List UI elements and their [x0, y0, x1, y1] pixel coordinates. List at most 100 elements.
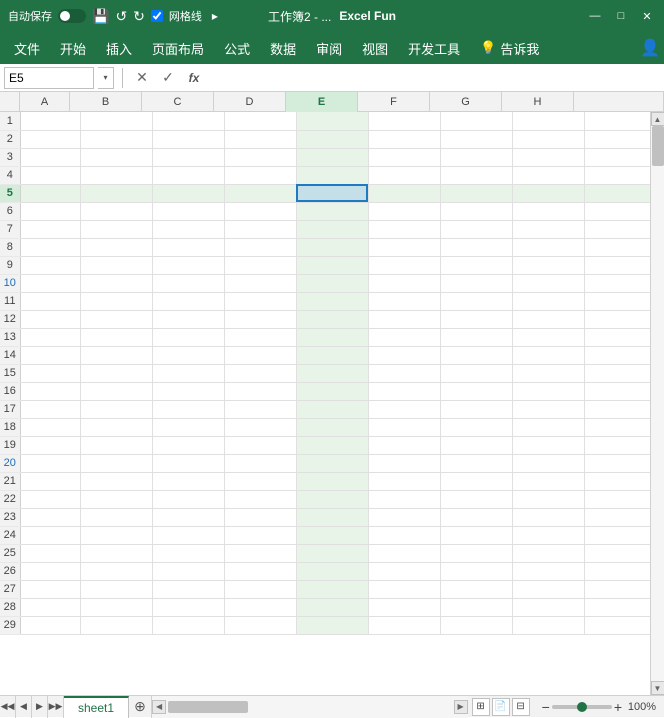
cell-C22[interactable]: [152, 490, 224, 508]
cell-C13[interactable]: [152, 328, 224, 346]
row-number-28[interactable]: 28: [0, 598, 20, 616]
cell-C9[interactable]: [152, 256, 224, 274]
cell-A9[interactable]: [20, 256, 80, 274]
cell-G12[interactable]: [440, 310, 512, 328]
cell-D20[interactable]: [224, 454, 296, 472]
row-number-3[interactable]: 3: [0, 148, 20, 166]
cell-H2[interactable]: [512, 130, 584, 148]
cell-extra-25[interactable]: [584, 544, 650, 562]
cell-H23[interactable]: [512, 508, 584, 526]
cell-A15[interactable]: [20, 364, 80, 382]
row-number-29[interactable]: 29: [0, 616, 20, 634]
cell-H7[interactable]: [512, 220, 584, 238]
cell-E1[interactable]: [296, 112, 368, 130]
cell-G8[interactable]: [440, 238, 512, 256]
row-number-5[interactable]: 5: [0, 184, 20, 202]
cell-G21[interactable]: [440, 472, 512, 490]
cell-F28[interactable]: [368, 598, 440, 616]
cell-H15[interactable]: [512, 364, 584, 382]
cell-E25[interactable]: [296, 544, 368, 562]
cell-B8[interactable]: [80, 238, 152, 256]
cell-B21[interactable]: [80, 472, 152, 490]
cell-C21[interactable]: [152, 472, 224, 490]
cell-B9[interactable]: [80, 256, 152, 274]
cell-E3[interactable]: [296, 148, 368, 166]
menu-page-layout[interactable]: 页面布局: [142, 35, 214, 62]
cell-D4[interactable]: [224, 166, 296, 184]
cell-A23[interactable]: [20, 508, 80, 526]
cell-E11[interactable]: [296, 292, 368, 310]
cell-F25[interactable]: [368, 544, 440, 562]
cell-extra-7[interactable]: [584, 220, 650, 238]
cell-F11[interactable]: [368, 292, 440, 310]
cell-F9[interactable]: [368, 256, 440, 274]
cell-A6[interactable]: [20, 202, 80, 220]
cell-C2[interactable]: [152, 130, 224, 148]
cell-F8[interactable]: [368, 238, 440, 256]
cell-G23[interactable]: [440, 508, 512, 526]
cell-C27[interactable]: [152, 580, 224, 598]
cell-A7[interactable]: [20, 220, 80, 238]
row-number-23[interactable]: 23: [0, 508, 20, 526]
cell-D18[interactable]: [224, 418, 296, 436]
cell-C8[interactable]: [152, 238, 224, 256]
cell-G28[interactable]: [440, 598, 512, 616]
cell-D21[interactable]: [224, 472, 296, 490]
cell-G22[interactable]: [440, 490, 512, 508]
cell-D28[interactable]: [224, 598, 296, 616]
cell-H27[interactable]: [512, 580, 584, 598]
col-header-a[interactable]: A: [20, 92, 70, 112]
row-number-12[interactable]: 12: [0, 310, 20, 328]
menu-insert[interactable]: 插入: [96, 35, 142, 62]
cell-extra-11[interactable]: [584, 292, 650, 310]
cell-A10[interactable]: [20, 274, 80, 292]
cell-D6[interactable]: [224, 202, 296, 220]
row-number-16[interactable]: 16: [0, 382, 20, 400]
cell-B1[interactable]: [80, 112, 152, 130]
cell-A28[interactable]: [20, 598, 80, 616]
cell-A13[interactable]: [20, 328, 80, 346]
cell-B24[interactable]: [80, 526, 152, 544]
cell-B22[interactable]: [80, 490, 152, 508]
cell-C18[interactable]: [152, 418, 224, 436]
h-scroll-right-btn[interactable]: ▶: [454, 700, 468, 714]
cell-D14[interactable]: [224, 346, 296, 364]
cell-A27[interactable]: [20, 580, 80, 598]
cell-B27[interactable]: [80, 580, 152, 598]
cell-F12[interactable]: [368, 310, 440, 328]
row-number-22[interactable]: 22: [0, 490, 20, 508]
cell-H6[interactable]: [512, 202, 584, 220]
cell-A29[interactable]: [20, 616, 80, 634]
cell-D2[interactable]: [224, 130, 296, 148]
row-number-9[interactable]: 9: [0, 256, 20, 274]
col-header-f[interactable]: F: [358, 92, 430, 112]
cell-C4[interactable]: [152, 166, 224, 184]
cell-A3[interactable]: [20, 148, 80, 166]
cell-B5[interactable]: [80, 184, 152, 202]
cell-G11[interactable]: [440, 292, 512, 310]
cell-C24[interactable]: [152, 526, 224, 544]
cell-F19[interactable]: [368, 436, 440, 454]
cell-D12[interactable]: [224, 310, 296, 328]
cell-F29[interactable]: [368, 616, 440, 634]
cell-extra-16[interactable]: [584, 382, 650, 400]
cell-extra-3[interactable]: [584, 148, 650, 166]
cell-D29[interactable]: [224, 616, 296, 634]
cell-G4[interactable]: [440, 166, 512, 184]
cell-F4[interactable]: [368, 166, 440, 184]
menu-view[interactable]: 视图: [352, 35, 398, 62]
cell-A25[interactable]: [20, 544, 80, 562]
cell-C16[interactable]: [152, 382, 224, 400]
cell-E21[interactable]: [296, 472, 368, 490]
cell-H29[interactable]: [512, 616, 584, 634]
cell-C1[interactable]: [152, 112, 224, 130]
cell-extra-9[interactable]: [584, 256, 650, 274]
cell-E20[interactable]: [296, 454, 368, 472]
menu-review[interactable]: 审阅: [306, 35, 352, 62]
cell-A19[interactable]: [20, 436, 80, 454]
cell-extra-12[interactable]: [584, 310, 650, 328]
cell-B7[interactable]: [80, 220, 152, 238]
cell-E10[interactable]: [296, 274, 368, 292]
cell-G13[interactable]: [440, 328, 512, 346]
cell-D26[interactable]: [224, 562, 296, 580]
